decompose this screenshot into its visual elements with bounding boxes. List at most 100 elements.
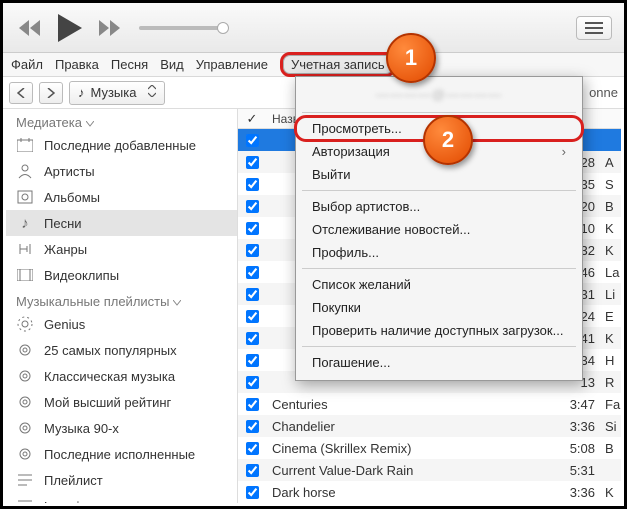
playlist-icon <box>16 473 34 487</box>
row-checkbox[interactable] <box>238 486 266 499</box>
row-checkbox[interactable] <box>238 310 266 323</box>
menu-item-artist-select[interactable]: Выбор артистов... <box>296 195 582 218</box>
song-artist: Li <box>601 287 621 302</box>
row-checkbox[interactable] <box>238 398 266 411</box>
song-artist: K <box>601 331 621 346</box>
menu-edit[interactable]: Правка <box>55 57 99 72</box>
song-name: Chandelier <box>266 419 553 434</box>
song-artist: R <box>601 375 621 390</box>
submenu-arrow-icon: › <box>562 144 566 159</box>
sidebar-section-playlists: Музыкальные плейлисты <box>6 288 237 311</box>
menu-item-wishlist[interactable]: Список желаний <box>296 273 582 296</box>
song-artist: B <box>601 199 621 214</box>
row-checkbox[interactable] <box>238 332 266 345</box>
sidebar-item-label: 25 самых популярных <box>44 343 177 358</box>
song-artist: S <box>601 177 621 192</box>
nav-back-button[interactable] <box>9 82 33 104</box>
row-checkbox[interactable] <box>238 442 266 455</box>
sidebar-item-label: Песни <box>44 216 82 231</box>
play-button[interactable] <box>51 9 89 47</box>
sidebar-item[interactable]: Мой высший рейтинг <box>6 389 237 415</box>
song-icon: ♪ <box>16 215 34 232</box>
row-checkbox[interactable] <box>238 376 266 389</box>
table-row[interactable]: Centuries3:47Fa <box>238 393 621 415</box>
playlist-icon <box>16 499 34 503</box>
menu-view[interactable]: Вид <box>160 57 184 72</box>
genius-icon <box>16 316 34 332</box>
menu-item-news[interactable]: Отслеживание новостей... <box>296 218 582 241</box>
menu-item-logout[interactable]: Выйти <box>296 163 582 186</box>
gear-icon <box>16 394 34 410</box>
account-email: ————@———— <box>296 83 582 108</box>
table-row[interactable]: Chandelier3:36Si <box>238 415 621 437</box>
menu-item-redeem[interactable]: Погашение... <box>296 351 582 374</box>
sidebar-item[interactable]: Музыка 90-х <box>6 415 237 441</box>
media-type-select[interactable]: ♪ Музыка <box>69 81 165 105</box>
gear-icon <box>16 368 34 384</box>
song-artist: Si <box>601 419 621 434</box>
sidebar-item[interactable]: Lumpics <box>6 493 237 503</box>
song-artist: K <box>601 243 621 258</box>
header-check[interactable]: ✓ <box>238 111 266 127</box>
row-checkbox[interactable] <box>238 464 266 477</box>
menu-controls[interactable]: Управление <box>196 57 268 72</box>
row-checkbox[interactable] <box>238 178 266 191</box>
song-duration: 3:36 <box>553 485 601 500</box>
sidebar-item[interactable]: Последние исполненные <box>6 441 237 467</box>
row-checkbox[interactable] <box>238 156 266 169</box>
album-icon <box>16 190 34 204</box>
sidebar-item[interactable]: Артисты <box>6 158 237 184</box>
row-checkbox[interactable] <box>238 134 266 147</box>
row-checkbox[interactable] <box>238 222 266 235</box>
menu-item-profile[interactable]: Профиль... <box>296 241 582 264</box>
sidebar-item-label: Плейлист <box>44 473 103 488</box>
volume-slider[interactable] <box>139 26 223 30</box>
prev-button[interactable] <box>15 13 45 43</box>
next-button[interactable] <box>95 13 125 43</box>
playback-controls <box>15 9 125 47</box>
menu-file[interactable]: Файл <box>11 57 43 72</box>
nav-forward-button[interactable] <box>39 82 63 104</box>
menubar: Файл Правка Песня Вид Управление Учетная… <box>3 53 624 77</box>
row-checkbox[interactable] <box>238 200 266 213</box>
sidebar-item[interactable]: Видеоклипы <box>6 262 237 288</box>
menu-item-check-downloads[interactable]: Проверить наличие доступных загрузок... <box>296 319 582 342</box>
annotation-callout-2: 2 <box>423 115 473 165</box>
sidebar-item[interactable]: Альбомы <box>6 184 237 210</box>
music-icon: ♪ <box>78 85 85 100</box>
store-link[interactable]: onne <box>589 85 618 100</box>
song-name: Dark horse <box>266 485 553 500</box>
menu-item-purchases[interactable]: Покупки <box>296 296 582 319</box>
table-row[interactable]: Cinema (Skrillex Remix)5:08B <box>238 437 621 459</box>
row-checkbox[interactable] <box>238 354 266 367</box>
sidebar-item[interactable]: Жанры <box>6 236 237 262</box>
song-duration: 3:47 <box>553 397 601 412</box>
row-checkbox[interactable] <box>238 244 266 257</box>
sidebar-item[interactable]: Genius <box>6 311 237 337</box>
sidebar-item[interactable]: Классическая музыка <box>6 363 237 389</box>
sidebar-item-label: Последние исполненные <box>44 447 195 462</box>
sidebar-item[interactable]: ♪ Песни <box>6 210 237 236</box>
recent-icon <box>16 138 34 152</box>
row-checkbox[interactable] <box>238 288 266 301</box>
sidebar-item[interactable]: Плейлист <box>6 467 237 493</box>
artist-icon <box>16 163 34 179</box>
song-duration: 5:08 <box>553 441 601 456</box>
sidebar-item-label: Классическая музыка <box>44 369 175 384</box>
chevron-down-icon <box>173 294 181 309</box>
menu-account[interactable]: Учетная запись <box>280 52 396 77</box>
chevron-updown-icon <box>148 85 156 100</box>
app-frame: { "menubar": { "items": ["Файл", "Правка… <box>0 0 627 509</box>
menu-separator <box>302 112 576 113</box>
table-row[interactable]: Current Value-Dark Rain5:31 <box>238 459 621 481</box>
song-artist: K <box>601 485 621 500</box>
song-artist: H <box>601 353 621 368</box>
row-checkbox[interactable] <box>238 266 266 279</box>
table-row[interactable]: Dark horse3:36K <box>238 481 621 503</box>
sidebar-item[interactable]: 25 самых популярных <box>6 337 237 363</box>
view-mode-button[interactable] <box>576 16 612 40</box>
row-checkbox[interactable] <box>238 420 266 433</box>
song-artist: E <box>601 309 621 324</box>
sidebar-item[interactable]: Последние добавленные <box>6 132 237 158</box>
menu-song[interactable]: Песня <box>111 57 148 72</box>
